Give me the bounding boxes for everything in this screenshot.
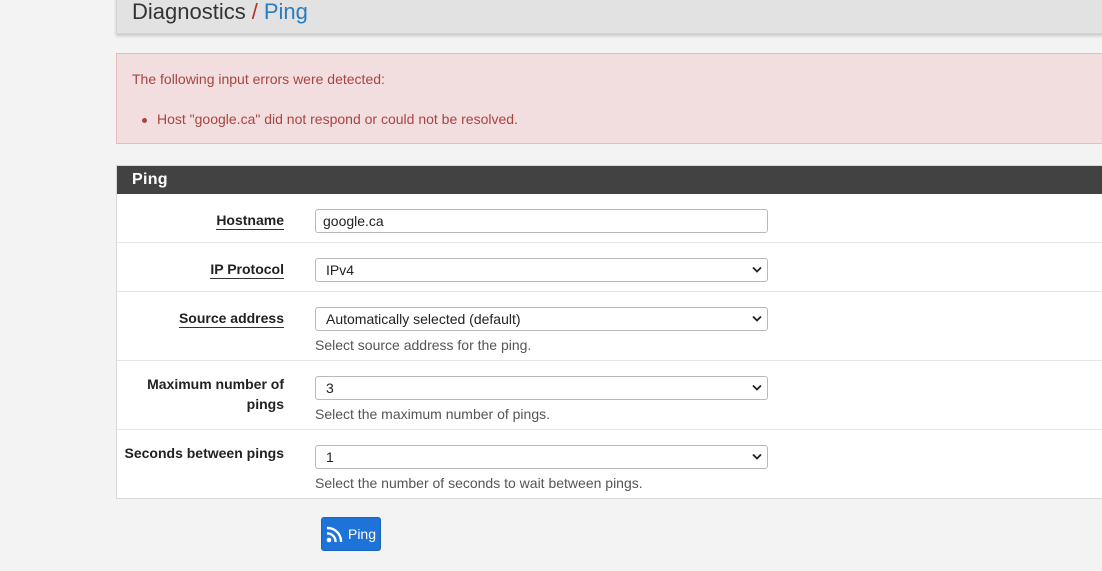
- form-row-seconds-between: Seconds between pings 1 Select the numbe…: [117, 430, 1102, 498]
- seconds-between-label: Seconds between pings: [124, 445, 284, 461]
- max-pings-value: 3: [326, 380, 334, 396]
- alert-list: Host "google.ca" did not respond or coul…: [142, 111, 518, 127]
- error-alert: The following input errors were detected…: [116, 53, 1102, 144]
- source-address-value: Automatically selected (default): [326, 311, 521, 327]
- ip-protocol-value: IPv4: [326, 262, 355, 278]
- ip-protocol-label: IP Protocol: [210, 261, 284, 279]
- rss-icon: [326, 526, 343, 542]
- form-row-source-address: Source address Automatically selected (d…: [117, 292, 1102, 361]
- source-address-label: Source address: [178, 310, 284, 328]
- source-address-select[interactable]: Automatically selected (default): [315, 307, 768, 331]
- breadcrumb: Diagnostics / Ping: [132, 0, 308, 25]
- max-pings-select[interactable]: 3: [315, 376, 768, 400]
- alert-item: Host "google.ca" did not respond or coul…: [142, 111, 518, 127]
- chevron-down-icon: [752, 266, 762, 273]
- ping-button[interactable]: Ping: [321, 517, 381, 551]
- source-address-help: Select source address for the ping.: [315, 337, 532, 353]
- seconds-between-value: 1: [326, 449, 334, 465]
- chevron-down-icon: [752, 384, 762, 391]
- ip-protocol-select[interactable]: IPv4: [315, 258, 768, 282]
- breadcrumb-separator: /: [251, 0, 258, 24]
- max-pings-label: Maximum number of pings: [147, 376, 284, 412]
- page: Diagnostics / Ping The following input err…: [0, 0, 1102, 571]
- ping-button-label: Ping: [347, 526, 377, 542]
- form-row-max-pings: Maximum number of pings 3 Select the max…: [117, 361, 1102, 430]
- chevron-down-icon: [752, 453, 762, 460]
- ping-panel: Ping Hostname google.ca IP Protocol IPv4…: [116, 165, 1102, 499]
- hostname-input[interactable]: google.ca: [315, 209, 768, 233]
- panel-title: Ping: [117, 166, 1102, 194]
- seconds-between-help: Select the number of seconds to wait bet…: [315, 475, 643, 491]
- chevron-down-icon: [752, 315, 762, 322]
- max-pings-help: Select the maximum number of pings.: [315, 406, 550, 422]
- header-bar: Diagnostics / Ping: [116, 0, 1102, 34]
- alert-title: The following input errors were detected…: [132, 71, 385, 87]
- form-row-hostname: Hostname google.ca: [117, 194, 1102, 243]
- breadcrumb-current[interactable]: Ping: [264, 0, 308, 24]
- seconds-between-select[interactable]: 1: [315, 445, 768, 469]
- hostname-label: Hostname: [216, 212, 284, 230]
- breadcrumb-parent[interactable]: Diagnostics: [132, 0, 246, 24]
- form-row-ip-protocol: IP Protocol IPv4: [117, 243, 1102, 292]
